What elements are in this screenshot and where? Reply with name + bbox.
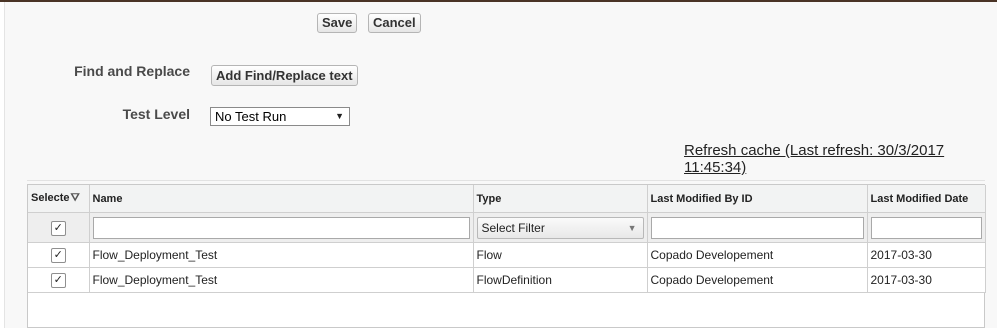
filter-funnel-icon[interactable]: ⛛ [71, 192, 80, 205]
row-select-cell: ✓ [28, 267, 90, 293]
column-header-selected[interactable]: Selecte⛛ [28, 185, 90, 213]
metadata-grid: Selecte⛛ Name Type Last Modified By ID L… [27, 184, 986, 328]
chevron-down-icon: ▼ [627, 222, 637, 233]
select-all-checkbox[interactable]: ✓ [50, 220, 66, 236]
cell-modified-date: 2017-03-30 [867, 267, 986, 293]
type-filter-placeholder: Select Filter [481, 220, 545, 235]
test-level-value: No Test Run [215, 109, 287, 124]
filter-name-cell [89, 212, 474, 243]
table-row[interactable]: ✓ Flow_Deployment_Test Flow Copado Devel… [28, 242, 986, 268]
cell-type: Flow [473, 242, 648, 268]
cell-type: FlowDefinition [473, 267, 648, 293]
test-level-select[interactable]: No Test Run ▼ [210, 107, 350, 126]
row-checkbox[interactable]: ✓ [50, 273, 66, 288]
grid-table: Selecte⛛ Name Type Last Modified By ID L… [28, 185, 986, 293]
dropdown-arrow-icon: ▼ [335, 111, 344, 121]
row-checkbox[interactable]: ✓ [50, 248, 66, 263]
type-filter-select[interactable]: Select Filter ▼ [476, 216, 644, 239]
column-header-selected-label: Selecte [31, 192, 70, 204]
column-header-name[interactable]: Name [89, 185, 474, 213]
grid-header-row: Selecte⛛ Name Type Last Modified By ID L… [28, 185, 986, 213]
filter-row: ✓ Select Filter ▼ [28, 212, 986, 243]
refresh-cache-link[interactable]: Refresh cache (Last refresh: 30/3/2017 1… [684, 142, 964, 176]
filter-select-all-cell: ✓ [28, 212, 90, 243]
cell-name: Flow_Deployment_Test [89, 242, 474, 268]
cell-modified-by: Copado Developement [647, 267, 868, 293]
cancel-button[interactable]: Cancel [368, 13, 421, 33]
save-button[interactable]: Save [317, 13, 358, 33]
row-select-cell: ✓ [28, 242, 90, 268]
cell-name: Flow_Deployment_Test [89, 267, 474, 293]
cell-modified-date: 2017-03-30 [867, 242, 986, 268]
column-header-modified-by[interactable]: Last Modified By ID [647, 185, 868, 213]
table-row[interactable]: ✓ Flow_Deployment_Test FlowDefinition Co… [28, 267, 986, 293]
divider [27, 180, 985, 181]
find-replace-label: Find and Replace [74, 63, 190, 79]
column-header-modified-date[interactable]: Last Modified Date [867, 185, 986, 213]
test-level-label: Test Level [122, 106, 190, 122]
modified-by-filter-input[interactable] [650, 216, 864, 239]
modified-date-filter-input[interactable] [870, 216, 982, 239]
filter-modified-by-cell [647, 212, 868, 243]
name-filter-input[interactable] [92, 216, 470, 239]
column-header-type[interactable]: Type [473, 185, 648, 213]
add-find-replace-button[interactable]: Add Find/Replace text [211, 65, 358, 86]
cell-modified-by: Copado Developement [647, 242, 868, 268]
filter-type-cell: Select Filter ▼ [473, 212, 648, 243]
filter-modified-date-cell [867, 212, 986, 243]
